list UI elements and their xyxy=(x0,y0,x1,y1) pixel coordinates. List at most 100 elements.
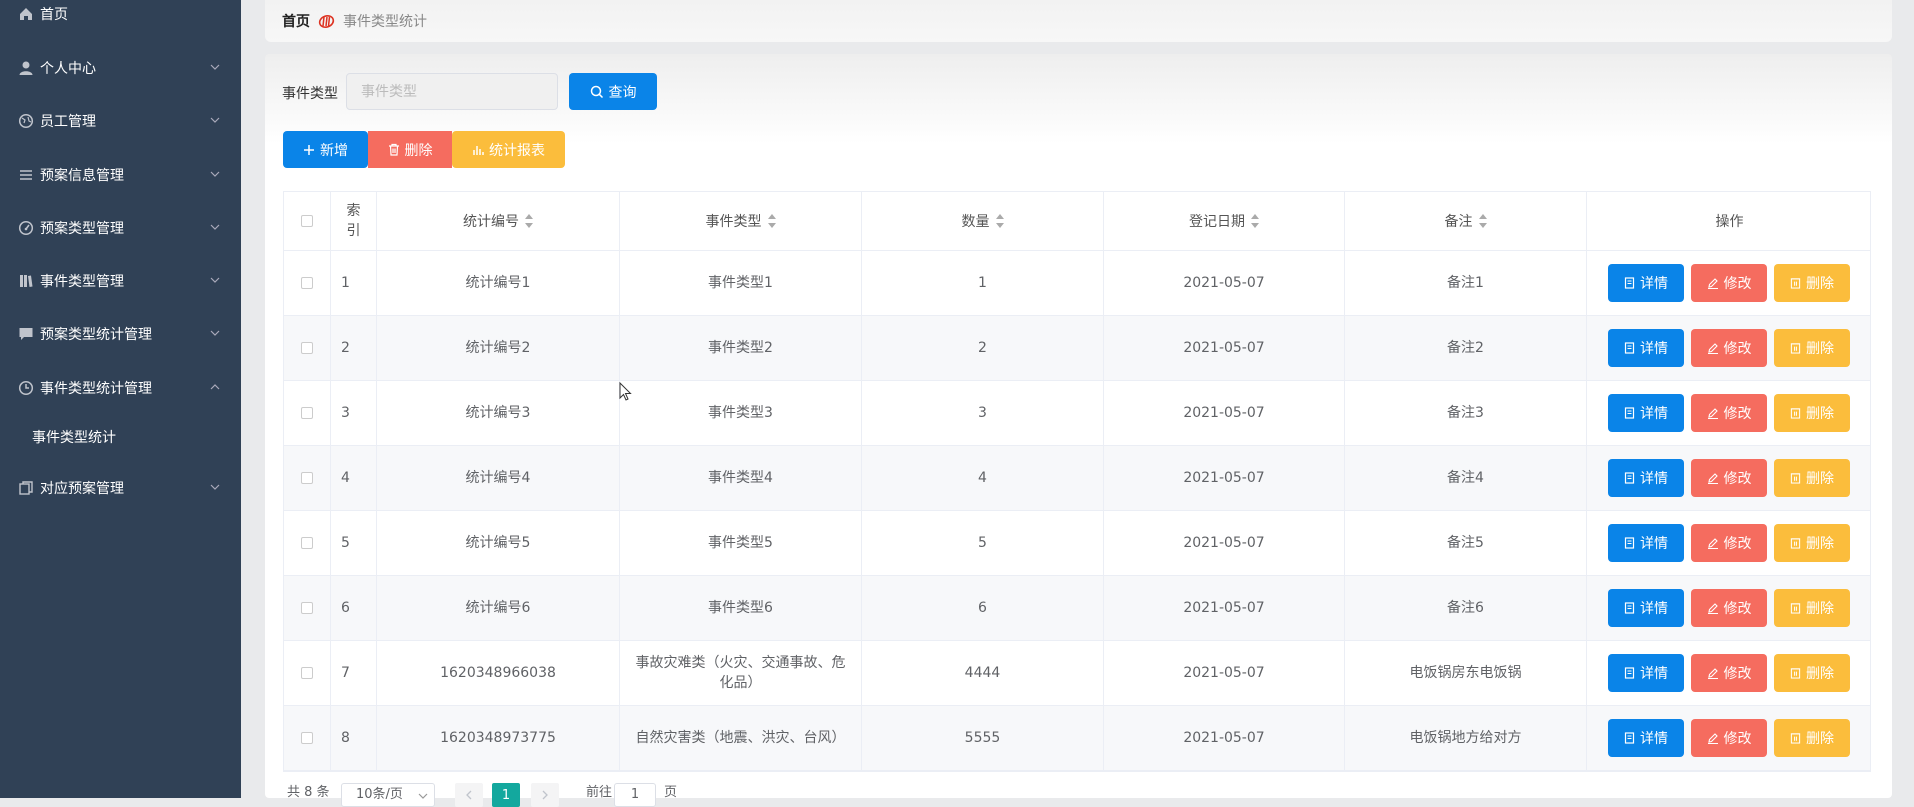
delete-button-label: 删除 xyxy=(1806,536,1834,552)
detail-button[interactable]: 详情 xyxy=(1608,329,1684,367)
edit-button[interactable]: 修改 xyxy=(1691,719,1767,757)
cell-select[interactable] xyxy=(284,381,331,445)
edit-button[interactable]: 修改 xyxy=(1691,264,1767,302)
edit-button[interactable]: 修改 xyxy=(1691,589,1767,627)
goto-page-input[interactable]: 1 xyxy=(614,783,656,807)
cell-select[interactable] xyxy=(284,316,331,380)
header-index-label: 索引 xyxy=(346,203,361,239)
cell-date: 2021-05-07 xyxy=(1104,381,1345,445)
cell-index: 7 xyxy=(331,641,377,705)
detail-button[interactable]: 详情 xyxy=(1608,589,1684,627)
page-number-current[interactable]: 1 xyxy=(492,783,520,807)
delete-button[interactable]: 删除 xyxy=(1774,394,1850,432)
plus-icon xyxy=(304,144,314,155)
header-date[interactable]: 登记日期 xyxy=(1104,192,1345,251)
delete-button[interactable]: 删除 xyxy=(1774,524,1850,562)
edit-button-label: 修改 xyxy=(1723,536,1752,552)
delete-button[interactable]: 删除 xyxy=(1774,719,1850,757)
edit-icon xyxy=(1707,603,1718,614)
select-all-checkbox[interactable] xyxy=(301,215,313,227)
cell-select[interactable] xyxy=(284,641,331,705)
row-checkbox[interactable] xyxy=(301,342,313,354)
sidebar-item-employee[interactable]: 员工管理 xyxy=(0,101,241,141)
sort-icon[interactable] xyxy=(1478,214,1487,228)
sidebar-item-personal-center[interactable]: 个人中心 xyxy=(0,48,241,88)
cell-select[interactable] xyxy=(284,511,331,575)
sort-icon[interactable] xyxy=(995,214,1004,228)
sidebar-subitem-event-type-stats[interactable]: 事件类型统计 xyxy=(0,415,241,459)
sidebar-item-label: 预案类型管理 xyxy=(40,221,124,237)
row-checkbox[interactable] xyxy=(301,407,313,419)
search-button[interactable]: 查询 xyxy=(569,73,657,110)
detail-button[interactable]: 详情 xyxy=(1608,524,1684,562)
page-size-select[interactable]: 10条/页 xyxy=(341,783,435,807)
sort-icon[interactable] xyxy=(1251,214,1259,228)
detail-button-label: 详情 xyxy=(1640,471,1668,487)
delete-button[interactable]: 删除 xyxy=(1774,459,1850,497)
sidebar-item-label: 首页 xyxy=(40,7,68,23)
chevron-down-icon xyxy=(210,277,220,283)
header-note[interactable]: 备注 xyxy=(1345,192,1587,251)
cell-select[interactable] xyxy=(284,576,331,640)
detail-button[interactable]: 详情 xyxy=(1608,719,1684,757)
detail-button[interactable]: 详情 xyxy=(1608,654,1684,692)
breadcrumb-current: 事件类型统计 xyxy=(343,14,427,30)
row-checkbox[interactable] xyxy=(301,667,313,679)
edit-button[interactable]: 修改 xyxy=(1691,329,1767,367)
sidebar-item-corresponding-plan[interactable]: 对应预案管理 xyxy=(0,468,241,508)
list-icon xyxy=(20,170,32,180)
sidebar-item-event-type[interactable]: 事件类型管理 xyxy=(0,261,241,301)
cell-note: 备注6 xyxy=(1345,576,1587,640)
delete-button[interactable]: 删除 xyxy=(1774,589,1850,627)
delete-button[interactable]: 删除 xyxy=(1774,264,1850,302)
row-checkbox[interactable] xyxy=(301,537,313,549)
sidebar-item-event-type-stats[interactable]: 事件类型统计管理 xyxy=(0,368,241,408)
header-count[interactable]: 数量 xyxy=(862,192,1104,251)
detail-button[interactable]: 详情 xyxy=(1608,394,1684,432)
sidebar-item-plan-info[interactable]: 预案信息管理 xyxy=(0,155,241,195)
chevron-down-icon xyxy=(210,484,220,490)
sidebar-item-home[interactable]: 首页 xyxy=(0,0,241,34)
report-button[interactable]: 统计报表 xyxy=(452,131,565,168)
table-row: 6 统计编号6 事件类型6 6 2021-05-07 备注6 详情 修改 删除 xyxy=(284,576,1870,641)
sidebar-item-plan-type[interactable]: 预案类型管理 xyxy=(0,208,241,248)
edit-button[interactable]: 修改 xyxy=(1691,459,1767,497)
delete-button[interactable]: 删除 xyxy=(1774,654,1850,692)
detail-button[interactable]: 详情 xyxy=(1608,459,1684,497)
sort-icon[interactable] xyxy=(525,214,533,228)
cell-select[interactable] xyxy=(284,446,331,510)
edit-button[interactable]: 修改 xyxy=(1691,524,1767,562)
cell-index: 1 xyxy=(331,251,377,315)
header-type[interactable]: 事件类型 xyxy=(620,192,862,251)
delete-button[interactable]: 删除 xyxy=(1774,329,1850,367)
search-label: 事件类型 xyxy=(282,86,338,102)
add-button[interactable]: 新增 xyxy=(283,131,368,168)
cell-select[interactable] xyxy=(284,706,331,770)
row-checkbox[interactable] xyxy=(301,602,313,614)
cell-select[interactable] xyxy=(284,251,331,315)
page-size-value: 10条/页 xyxy=(356,787,403,802)
delete-button-label: 删除 xyxy=(1806,406,1834,422)
user-icon xyxy=(19,61,33,75)
sort-icon[interactable] xyxy=(767,214,776,228)
edit-icon xyxy=(1707,343,1718,354)
search-input[interactable] xyxy=(346,73,558,110)
row-checkbox[interactable] xyxy=(301,472,313,484)
sidebar-item-plan-type-stats[interactable]: 预案类型统计管理 xyxy=(0,314,241,354)
header-code[interactable]: 统计编号 xyxy=(377,192,620,251)
edit-button[interactable]: 修改 xyxy=(1691,654,1767,692)
batch-delete-button[interactable]: 删除 xyxy=(368,131,452,168)
document-icon xyxy=(1624,472,1635,484)
next-page-button[interactable] xyxy=(531,783,559,807)
row-checkbox[interactable] xyxy=(301,732,313,744)
sidebar-item-label: 预案信息管理 xyxy=(40,168,124,184)
edit-button[interactable]: 修改 xyxy=(1691,394,1767,432)
edit-button-label: 修改 xyxy=(1723,666,1752,682)
detail-button[interactable]: 详情 xyxy=(1608,264,1684,302)
header-select-all[interactable] xyxy=(284,192,331,251)
breadcrumb-home[interactable]: 首页 xyxy=(282,11,310,31)
cell-count: 2 xyxy=(862,316,1104,380)
row-checkbox[interactable] xyxy=(301,277,313,289)
prev-page-button[interactable] xyxy=(455,783,483,807)
cell-index: 5 xyxy=(331,511,377,575)
